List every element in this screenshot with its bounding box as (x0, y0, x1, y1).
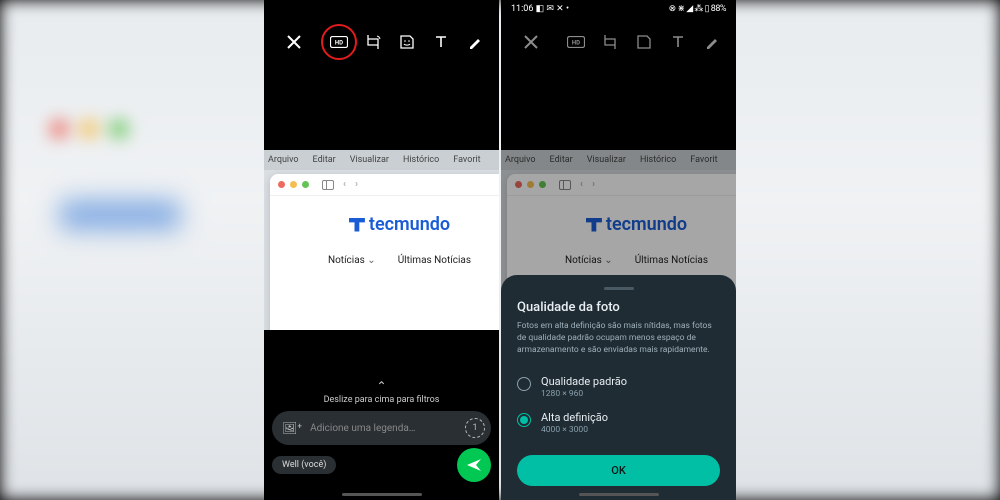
mac-max-icon (302, 181, 309, 188)
recipient-chip[interactable]: Well (você) (272, 456, 336, 474)
brand-text: tecmundo (369, 214, 450, 235)
phone-left: HD Arquivo Editar Visualizar Histórico F… (264, 0, 499, 500)
brand-text: tecmundo (606, 214, 687, 235)
menu-item: Histórico (403, 155, 439, 165)
option-sub: 1280 × 960 (541, 389, 627, 399)
crop-rotate-icon[interactable] (359, 28, 387, 56)
draw-pencil-icon[interactable] (461, 28, 489, 56)
sheet-handle[interactable] (604, 287, 634, 290)
draw-pencil-icon[interactable] (698, 28, 726, 56)
crop-rotate-icon[interactable] (596, 28, 624, 56)
caption-input[interactable]: 🖼⁺ Adicione uma legenda… 1 (272, 411, 491, 445)
editor-toolbar: HD (264, 22, 499, 62)
phone-right: 11:06 ◧ ✉ ✕ • ⊗ ⋇ ◢ ⁂ ▯ 88% HD (501, 0, 736, 500)
radio-unchecked-icon (517, 377, 531, 391)
view-once-icon[interactable]: 1 (465, 418, 485, 438)
close-icon[interactable] (517, 28, 545, 56)
caption-placeholder: Adicione uma legenda… (310, 423, 457, 434)
option-sub: 4000 × 3000 (541, 425, 608, 435)
status-bar: 11:06 ◧ ✉ ✕ • ⊗ ⋇ ◢ ⁂ ▯ 88% (501, 0, 736, 18)
forward-arrow-icon: › (355, 179, 358, 190)
menu-item: Arquivo (268, 155, 299, 165)
mac-close-icon (278, 181, 285, 188)
text-icon[interactable] (664, 28, 692, 56)
nav-link: Notícias (328, 255, 376, 266)
hd-quality-icon[interactable]: HD (562, 28, 590, 56)
mac-min-icon (290, 181, 297, 188)
highlight-ring (321, 24, 357, 60)
gesture-bar (342, 493, 422, 496)
brand-logo: tecmundo (270, 214, 499, 235)
menu-item: Arquivo (505, 155, 536, 165)
chevron-up-icon: ⌃ (264, 379, 499, 393)
gesture-bar (579, 493, 659, 496)
sheet-title: Qualidade da foto (517, 300, 720, 315)
menu-item: Visualizar (587, 155, 626, 165)
back-arrow-icon: ‹ (343, 179, 346, 190)
svg-text:HD: HD (572, 40, 580, 47)
brand-logo: tecmundo (507, 214, 736, 235)
close-icon[interactable] (280, 28, 308, 56)
option-label: Alta definição (541, 411, 608, 424)
preview-menu-strip: Arquivo Editar Visualizar Histórico Favo… (264, 150, 499, 170)
sticker-icon[interactable] (393, 28, 421, 56)
mac-window: ‹ › tecmundo Notícias Últimas Notícias (270, 174, 499, 330)
text-icon[interactable] (427, 28, 455, 56)
sheet-description: Fotos em alta definição são mais nítidas… (517, 321, 720, 357)
brand-t-icon (349, 218, 365, 232)
menu-item: Editar (313, 155, 336, 165)
swipe-hint-text: Deslize para cima para filtros (324, 395, 440, 405)
option-label: Qualidade padrão (541, 375, 627, 388)
phone-pair: HD Arquivo Editar Visualizar Histórico F… (264, 0, 736, 500)
preview-menu-strip: Arquivo Editar Visualizar Histórico Favo… (501, 150, 736, 170)
option-standard[interactable]: Qualidade padrão 1280 × 960 (517, 369, 720, 405)
sticker-icon[interactable] (630, 28, 658, 56)
sidebar-toggle-icon (322, 180, 334, 190)
menu-item: Favorit (690, 155, 717, 165)
quality-sheet: Qualidade da foto Fotos em alta definiçã… (501, 275, 736, 500)
option-hd[interactable]: Alta definição 4000 × 3000 (517, 405, 720, 441)
mac-titlebar: ‹› (507, 174, 736, 196)
site-nav: Notícias Últimas Notícias (270, 255, 499, 266)
site-nav: Notícias Últimas Notícias (507, 255, 736, 266)
editor-toolbar: HD (501, 22, 736, 62)
hd-quality-icon[interactable]: HD (325, 28, 353, 56)
nav-link: Últimas Notícias (398, 255, 471, 266)
menu-item: Visualizar (350, 155, 389, 165)
mac-titlebar: ‹ › (270, 174, 499, 196)
status-indicators: ⊗ ⋇ ◢ ⁂ ▯ 88% (669, 4, 726, 14)
radio-checked-icon (517, 413, 531, 427)
ok-button[interactable]: OK (517, 455, 720, 486)
add-photo-icon[interactable]: 🖼⁺ (282, 421, 302, 435)
send-button[interactable] (457, 448, 491, 482)
menu-item: Editar (550, 155, 573, 165)
status-time: 11:06 ◧ ✉ ✕ • (511, 4, 569, 14)
bottom-row: Well (você) (272, 448, 491, 482)
bg-traffic-lights (50, 120, 128, 138)
menu-item: Favorit (453, 155, 480, 165)
menu-item: Histórico (640, 155, 676, 165)
image-preview: Arquivo Editar Visualizar Histórico Favo… (264, 150, 499, 330)
swipe-filters-hint[interactable]: ⌃ Deslize para cima para filtros (264, 379, 499, 405)
